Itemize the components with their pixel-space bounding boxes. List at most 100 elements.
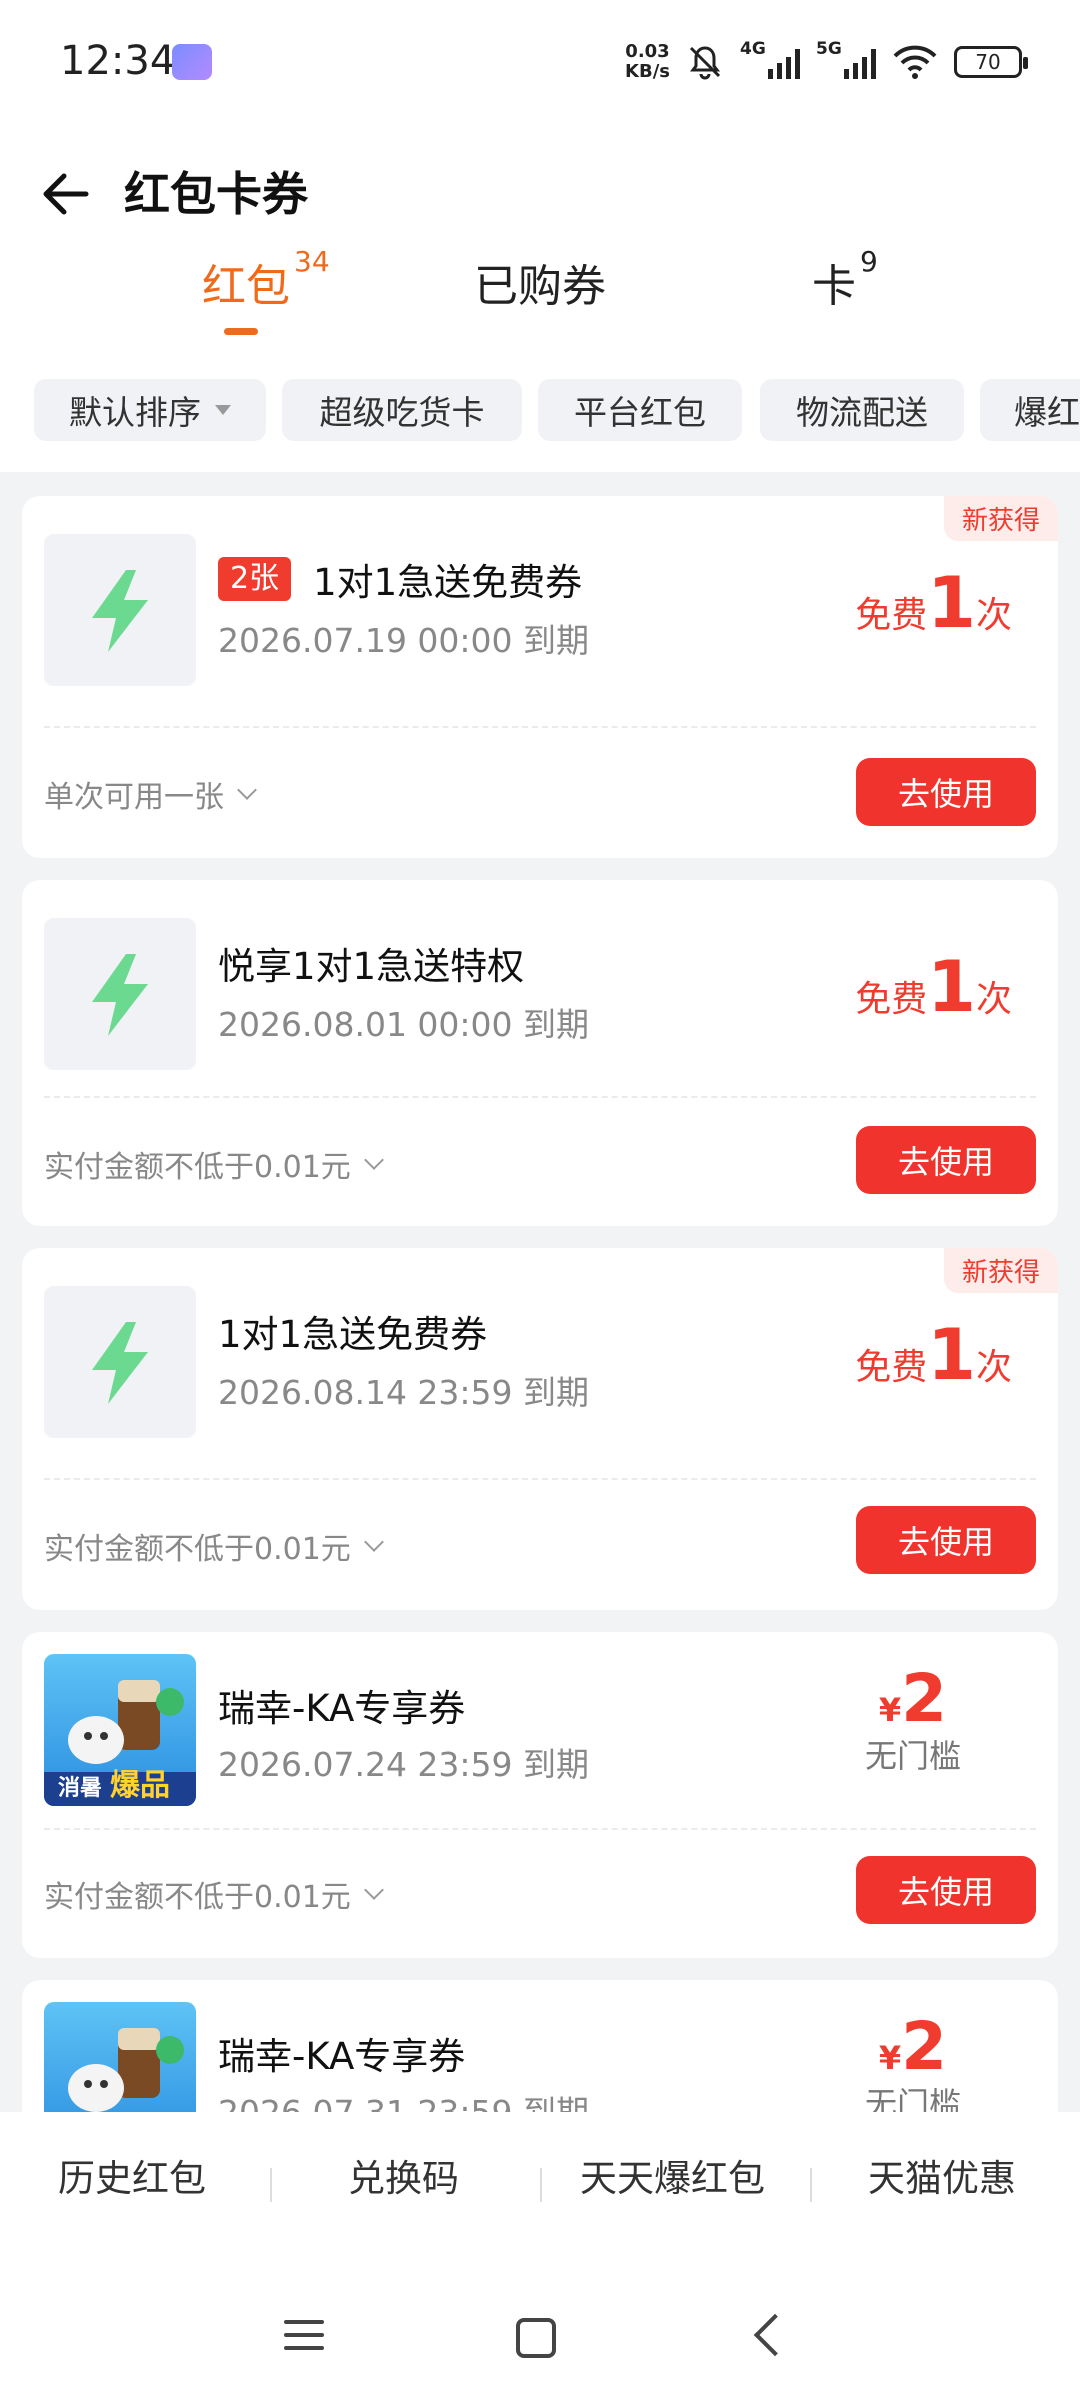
filter-sort[interactable]: 默认排序 [34, 379, 266, 441]
new-tag: 新获得 [943, 496, 1058, 541]
coupon-card: 消暑 爆品 瑞幸-KA专享券 2026.07.24 23:59 到期 ¥2 无门… [22, 1632, 1058, 1958]
coupon-expiry: 2026.07.31 23:59 到期 [218, 2086, 589, 2112]
usage-note[interactable]: 实付金额不低于0.01元 [44, 1142, 384, 1186]
use-button[interactable]: 去使用 [856, 1856, 1036, 1924]
promo-text-1: 消暑 [58, 1776, 103, 1801]
filter-bar: 默认排序 超级吃货卡 平台红包 物流配送 爆红 [0, 336, 1080, 472]
dashed-divider [44, 1096, 1036, 1098]
active-tab-indicator [224, 328, 258, 335]
chevron-down-icon [363, 1532, 384, 1552]
bottom-links: 历史红包 兑换码 天天爆红包 天猫优惠 [0, 2142, 1080, 2222]
back-arrow-icon[interactable] [34, 164, 94, 224]
status-bar: 12:34 0.03 KB/s 4G 5G 70 [0, 0, 1080, 128]
value-prefix: 免费 [855, 595, 928, 636]
filter-chip[interactable]: 超级吃货卡 [282, 379, 522, 441]
lightning-icon [44, 918, 196, 1070]
status-time: 12:34 [60, 38, 176, 84]
tab-purchased-coupons[interactable]: 已购券 [474, 250, 606, 314]
system-nav-bar [0, 2280, 1080, 2380]
note-text: 实付金额不低于0.01元 [44, 1880, 351, 1915]
history-red-packets-link[interactable]: 历史红包 [58, 2148, 206, 2202]
link-separator [540, 2168, 542, 2202]
coupon-title: 1对1急送免费券 [313, 561, 583, 604]
coupon-card: 悦享1对1急送特权 2026.08.01 00:00 到期 免费1次 实付金额不… [22, 880, 1058, 1226]
filter-chip[interactable]: 爆红 [980, 379, 1080, 441]
coupon-card: 新获得 1对1急送免费券 2026.08.14 23:59 到期 免费1次 实付… [22, 1248, 1058, 1610]
gallery-icon [172, 44, 212, 80]
luckin-promo-image: 消暑 爆品 [44, 1654, 196, 1806]
net-type-2: 5G [816, 39, 842, 59]
tab-count: 34 [294, 245, 330, 279]
coupon-title-row: 瑞幸-KA专享券 [218, 1678, 465, 1732]
filter-chip[interactable]: 物流配送 [760, 379, 964, 441]
coupon-amount: 2 [901, 1660, 948, 1737]
coupon-amount: 2 [901, 2008, 948, 2085]
usage-note[interactable]: 实付金额不低于0.01元 [44, 1872, 384, 1916]
coupon-title: 1对1急送免费券 [218, 1313, 488, 1356]
coupon-value: 免费1次 [855, 1314, 1012, 1396]
link-separator [810, 2168, 812, 2202]
coupon-card: 瑞幸-KA专享券 2026.07.31 23:59 到期 ¥2 无门槛 [22, 1980, 1058, 2112]
use-button[interactable]: 去使用 [856, 1506, 1036, 1574]
bottom-bar: 历史红包 兑换码 天天爆红包 天猫优惠 [0, 2112, 1080, 2400]
coupon-expiry: 2026.08.01 00:00 到期 [218, 1005, 590, 1044]
chip-label: 平台红包 [574, 393, 706, 432]
coupon-title-row: 悦享1对1急送特权 [218, 936, 524, 990]
value-suffix: 次 [975, 979, 1012, 1020]
coupon-card: 新获得 2张 1对1急送免费券 2026.07.19 00:00 到期 免费1次… [22, 496, 1058, 858]
coupon-value: ¥2 无门槛 [838, 1660, 988, 1777]
battery-level: 70 [975, 50, 1001, 74]
coupon-title-row: 1对1急送免费券 [218, 1304, 487, 1358]
coupon-value: ¥2 无门槛 [838, 2008, 988, 2112]
coupon-title: 瑞幸-KA专享券 [218, 2035, 466, 2078]
chip-label: 物流配送 [796, 393, 928, 432]
chevron-down-icon [363, 1150, 384, 1170]
chevron-down-icon [237, 780, 257, 800]
dashed-divider [44, 1828, 1036, 1830]
luckin-promo-image [44, 2002, 196, 2112]
coupon-expiry: 2026.07.19 00:00 到期 [218, 621, 590, 660]
tab-label: 已购券 [474, 261, 606, 312]
dashed-divider [44, 726, 1036, 728]
note-text: 单次可用一张 [44, 780, 224, 815]
coupon-condition: 无门槛 [864, 2085, 961, 2112]
coupon-value: 免费1次 [855, 946, 1012, 1028]
tab-label: 卡 [812, 261, 856, 312]
speed-value: 0.03 [625, 41, 670, 62]
lightning-icon [44, 534, 196, 686]
value-number: 1 [927, 1314, 976, 1396]
battery-icon: 70 [954, 46, 1028, 78]
new-tag: 新获得 [943, 1248, 1058, 1293]
note-text: 实付金额不低于0.01元 [44, 1150, 351, 1185]
daily-red-packet-link[interactable]: 天天爆红包 [580, 2148, 765, 2202]
signal-4g-icon: 4G [740, 39, 800, 79]
value-number: 1 [927, 946, 976, 1028]
count-badge: 2张 [218, 557, 292, 601]
tab-cards[interactable]: 卡9 [812, 245, 878, 314]
value-number: 1 [927, 562, 976, 644]
link-separator [270, 2168, 272, 2202]
mute-bell-icon [689, 46, 721, 80]
menu-icon[interactable] [284, 2320, 324, 2359]
page-header: 红包卡券 红包 34 已购券 卡9 [0, 128, 1080, 336]
usage-note[interactable]: 单次可用一张 [44, 772, 257, 816]
chevron-down-icon [363, 1880, 384, 1900]
tab-red-packet[interactable]: 红包 34 [202, 245, 330, 314]
net-type-1: 4G [740, 39, 766, 59]
nav-back-icon[interactable] [753, 2313, 797, 2357]
tab-count: 9 [860, 245, 878, 279]
signal-5g-icon: 5G [816, 39, 876, 79]
caret-down-icon [215, 405, 231, 415]
home-icon[interactable] [516, 2318, 556, 2358]
filter-chip[interactable]: 平台红包 [538, 379, 742, 441]
tab-label: 红包 [202, 261, 290, 312]
value-suffix: 次 [975, 1347, 1012, 1388]
note-text: 实付金额不低于0.01元 [44, 1532, 351, 1567]
tmall-offers-link[interactable]: 天猫优惠 [868, 2148, 1016, 2202]
usage-note[interactable]: 实付金额不低于0.01元 [44, 1524, 384, 1568]
redeem-code-link[interactable]: 兑换码 [348, 2148, 459, 2202]
coupon-title-row: 2张 1对1急送免费券 [218, 552, 582, 606]
coupon-expiry: 2026.07.24 23:59 到期 [218, 1745, 590, 1784]
use-button[interactable]: 去使用 [856, 758, 1036, 826]
use-button[interactable]: 去使用 [856, 1126, 1036, 1194]
